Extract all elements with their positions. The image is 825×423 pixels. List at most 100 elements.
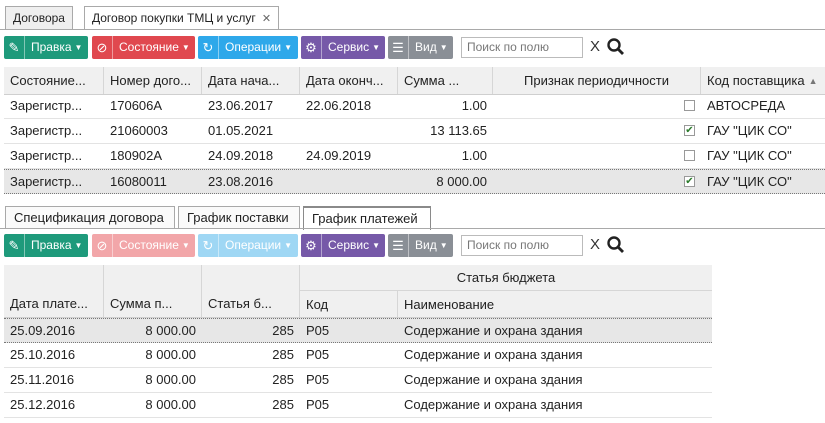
state-button[interactable]: ⊘ Состояние ▼ — [92, 36, 195, 59]
cell-code: Р05 — [306, 347, 330, 362]
service-label: Сервис — [328, 40, 370, 54]
search-icon[interactable] — [606, 37, 626, 57]
gear-icon: ⚙ — [301, 36, 322, 59]
service-button[interactable]: ⚙ Сервис ▼ — [301, 36, 385, 59]
top-tab-bar: Договора Договор покупки ТМЦ и услуг ✕ — [0, 0, 825, 30]
state-label: Состояние — [119, 40, 179, 54]
caret-down-icon: ▼ — [181, 241, 190, 250]
col-supplier-label: Код поставщика — [707, 73, 805, 88]
caret-down-icon: ▼ — [439, 241, 448, 250]
col-supplier[interactable]: Код поставщика ▲ — [701, 67, 825, 94]
cell-sum: 8 000.00 — [145, 372, 196, 387]
refresh-icon: ↻ — [198, 234, 219, 257]
tab-label: Договора — [13, 11, 65, 25]
sort-asc-icon: ▲ — [808, 75, 818, 86]
cell-end — [300, 119, 398, 143]
table-row[interactable]: Зарегистр... 21060003 01.05.2021 13 113.65 ✔… — [4, 119, 825, 144]
cell-code: Р05 — [306, 372, 330, 387]
col-sum[interactable]: Сумма ... — [398, 67, 493, 94]
unchecked-checkbox[interactable] — [684, 100, 695, 111]
col-budget-article[interactable]: Статья б... — [202, 265, 300, 317]
col-number[interactable]: Номер дого... — [104, 67, 202, 94]
gear-icon: ⚙ — [301, 234, 322, 257]
caret-down-icon: ▼ — [74, 241, 83, 250]
cell-start: 23.08.2016 — [208, 174, 274, 189]
cell-sum: 8 000.00 — [145, 323, 196, 338]
table-row[interactable]: 25.11.2016 8 000.00 285 Р05 Содержание и охр… — [4, 368, 712, 393]
cell-sum: 8 000.00 — [145, 347, 196, 362]
state-button-disabled: ⊘ Состояние ▼ — [92, 234, 195, 257]
search-input[interactable]: Поиск по полю — [461, 235, 583, 256]
checked-checkbox[interactable]: ✔ — [684, 125, 695, 136]
cell-sum: 8 000.00 — [145, 397, 196, 412]
view-label: Вид — [415, 40, 437, 54]
list-view-icon: ☰ — [388, 234, 409, 257]
col-periodicity[interactable]: Признак периодичности — [493, 67, 701, 94]
view-button[interactable]: ☰ Вид ▼ — [388, 36, 453, 59]
table-row[interactable]: 25.09.2016 8 000.00 285 Р05 Содержание и охр… — [4, 318, 712, 343]
cell-name: Содержание и охрана здания — [404, 372, 583, 387]
tab-label: График платежей — [312, 211, 418, 226]
cell-supplier: АВТОСРЕДА — [707, 98, 786, 113]
checked-checkbox[interactable]: ✔ — [684, 176, 695, 187]
caret-down-icon: ▼ — [372, 43, 381, 52]
service-label: Сервис — [328, 238, 370, 252]
main-toolbar: ✎ Правка ▼ ⊘ Состояние ▼ ↻ Операции ▼ ⚙ Сервис ▼… — [0, 34, 825, 62]
tab-specification[interactable]: Спецификация договора — [5, 206, 175, 229]
tab-label: График поставки — [187, 210, 289, 225]
search-placeholder: Поиск по полю — [467, 238, 550, 252]
cell-article: 285 — [272, 323, 294, 338]
search-input[interactable]: Поиск по полю — [461, 37, 583, 58]
cell-supplier: ГАУ "ЦИК СО" — [707, 123, 792, 138]
caret-down-icon: ▼ — [372, 241, 381, 250]
col-state[interactable]: Состояние... — [4, 67, 104, 94]
search-icon[interactable] — [606, 235, 626, 255]
table-row[interactable]: Зарегистр... 180902А 24.09.2018 24.09.2019 1… — [4, 144, 825, 169]
contracts-header: Состояние... Номер дого... Дата нача... … — [4, 67, 825, 95]
cell-article: 285 — [272, 347, 294, 362]
search-placeholder: Поиск по полю — [467, 40, 550, 54]
operations-button-disabled: ↻ Операции ▼ — [198, 234, 298, 257]
col-payment-date[interactable]: Дата плате... — [4, 265, 104, 317]
tab-contracts[interactable]: Договора — [5, 6, 73, 29]
operations-label: Операции — [225, 238, 282, 252]
cell-state: Зарегистр... — [10, 174, 83, 189]
clear-search-button[interactable]: X — [590, 236, 600, 253]
tab-delivery-schedule[interactable]: График поставки — [178, 206, 300, 229]
cell-date: 25.11.2016 — [10, 372, 75, 387]
view-button[interactable]: ☰ Вид ▼ — [388, 234, 453, 257]
tab-purchase-contract[interactable]: Договор покупки ТМЦ и услуг ✕ — [84, 6, 280, 30]
col-payment-sum[interactable]: Сумма п... — [104, 265, 202, 317]
cell-sum: 13 113.65 — [430, 123, 487, 138]
caret-down-icon: ▼ — [284, 43, 293, 52]
tab-label: Спецификация договора — [14, 210, 164, 225]
cell-state: Зарегистр... — [10, 123, 83, 138]
edit-button[interactable]: ✎ Правка ▼ — [4, 36, 88, 59]
view-label: Вид — [415, 238, 437, 252]
edit-button[interactable]: ✎ Правка ▼ — [4, 234, 88, 257]
table-row[interactable]: 25.10.2016 8 000.00 285 Р05 Содержание и охр… — [4, 343, 712, 368]
col-start-date[interactable]: Дата нача... — [202, 67, 300, 94]
table-row[interactable]: Зарегистр... 170606А 23.06.2017 22.06.2018 1… — [4, 94, 825, 119]
col-code[interactable]: Код — [300, 291, 398, 317]
cell-number: 21060003 — [110, 123, 168, 138]
col-end-date[interactable]: Дата оконч... — [300, 67, 398, 94]
tab-payment-schedule[interactable]: График платежей — [303, 206, 431, 230]
cell-state: Зарегистр... — [10, 148, 83, 163]
cell-end: 24.09.2019 — [306, 148, 372, 163]
cell-article: 285 — [272, 372, 294, 387]
caret-down-icon: ▼ — [439, 43, 448, 52]
clear-search-button[interactable]: X — [590, 38, 600, 55]
cell-article: 285 — [272, 397, 294, 412]
cancel-circle-icon: ⊘ — [92, 234, 113, 257]
unchecked-checkbox[interactable] — [684, 150, 695, 161]
table-row[interactable]: 25.12.2016 8 000.00 285 Р05 Содержание и охр… — [4, 393, 712, 418]
close-tab-icon[interactable]: ✕ — [262, 13, 271, 25]
divider — [0, 29, 825, 30]
operations-button[interactable]: ↻ Операции ▼ — [198, 36, 298, 59]
service-button[interactable]: ⚙ Сервис ▼ — [301, 234, 385, 257]
table-row[interactable]: Зарегистр... 16080011 23.08.2016 8 000.00 ✔ Г… — [4, 169, 825, 194]
cell-number: 170606А — [110, 98, 163, 113]
col-name[interactable]: Наименование — [398, 291, 712, 317]
cell-code: Р05 — [306, 323, 330, 338]
